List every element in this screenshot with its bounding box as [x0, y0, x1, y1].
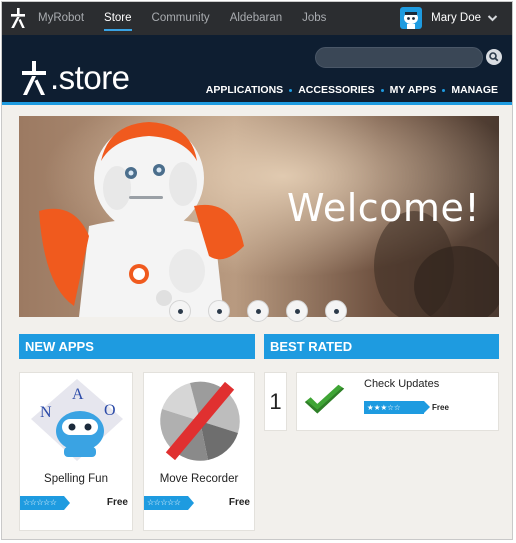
app-price: Free	[432, 403, 449, 412]
search-button[interactable]	[486, 49, 502, 65]
svg-text:N: N	[40, 404, 52, 421]
carousel-dot-4[interactable]	[286, 300, 308, 322]
nav-separator	[289, 88, 293, 92]
nav-accessories[interactable]: ACCESSORIES	[298, 84, 374, 96]
new-apps-heading: NEW APPS	[19, 334, 255, 359]
hero-banner[interactable]: Welcome!	[19, 116, 499, 317]
best-rated-heading: BEST RATED	[264, 334, 499, 359]
star-icon: ☆☆☆☆☆	[23, 498, 57, 507]
nav-applications[interactable]: APPLICATIONS	[206, 84, 283, 96]
svg-text:O: O	[104, 402, 116, 419]
app-price: Free	[228, 497, 250, 508]
svg-text:A: A	[72, 386, 84, 403]
nav-separator	[380, 88, 384, 92]
store-logo-text: .store	[50, 59, 130, 96]
store-header: .store APPLICATIONS ACCESSORIES MY APPS …	[2, 35, 512, 105]
rank-number: 1	[264, 372, 287, 431]
carousel-dot-3[interactable]	[247, 300, 269, 322]
header-accent-bar	[2, 102, 512, 105]
star-icon: ★★★☆☆	[367, 403, 401, 412]
user-menu[interactable]: Mary Doe	[400, 7, 498, 29]
star-icon: ☆☆☆☆☆	[147, 498, 181, 507]
carousel-dot-1[interactable]	[169, 300, 191, 322]
topnav-item-myrobot[interactable]: MyRobot	[38, 2, 84, 35]
checkmark-icon	[304, 384, 345, 414]
nao-robot-icon: N A O	[31, 379, 123, 461]
chevron-down-icon[interactable]	[487, 14, 498, 22]
main-nav: APPLICATIONS ACCESSORIES MY APPS MANAGE	[206, 84, 498, 96]
nav-manage[interactable]: MANAGE	[451, 84, 498, 96]
top-bar: MyRobot Store Community Aldebaran Jobs M…	[2, 2, 512, 35]
rating-badge: ☆☆☆☆☆	[144, 496, 194, 510]
move-recorder-icon	[160, 381, 240, 461]
app-card-check-updates[interactable]: Check Updates ★★★☆☆ Free	[296, 372, 499, 431]
topnav-item-community[interactable]: Community	[152, 2, 210, 35]
app-price: Free	[106, 497, 128, 508]
app-name: Move Recorder	[159, 473, 239, 485]
app-card-move-recorder[interactable]: Move Recorder ☆☆☆☆☆ Free	[143, 372, 255, 531]
user-avatar-icon	[400, 7, 423, 29]
nav-separator	[442, 88, 446, 92]
topnav-item-store[interactable]: Store	[104, 2, 132, 35]
top-nav: MyRobot Store Community Aldebaran Jobs	[38, 2, 346, 35]
topnav-item-jobs[interactable]: Jobs	[302, 2, 326, 35]
carousel-dot-2[interactable]	[208, 300, 230, 322]
store-logo[interactable]: .store	[20, 59, 130, 97]
carousel-dot-5[interactable]	[325, 300, 347, 322]
carousel-dots	[2, 300, 512, 324]
aldebaran-logo-icon	[22, 61, 46, 95]
app-card-spelling-fun[interactable]: N A O Spelling Fun ☆☆☆☆☆ Free	[19, 372, 133, 531]
topnav-item-aldebaran[interactable]: Aldebaran	[230, 2, 282, 35]
hero-headline: Welcome!	[287, 186, 481, 230]
app-name: Check Updates	[364, 378, 440, 390]
rating-badge: ☆☆☆☆☆	[20, 496, 70, 510]
rating-badge: ★★★☆☆	[364, 401, 430, 414]
nav-my-apps[interactable]: MY APPS	[390, 84, 437, 96]
aldebaran-logo-icon[interactable]	[8, 7, 28, 29]
search-icon	[489, 52, 499, 62]
user-name: Mary Doe	[431, 12, 481, 24]
store-window: MyRobot Store Community Aldebaran Jobs M…	[1, 1, 513, 540]
app-name: Spelling Fun	[44, 473, 108, 485]
search-input[interactable]	[315, 47, 483, 68]
